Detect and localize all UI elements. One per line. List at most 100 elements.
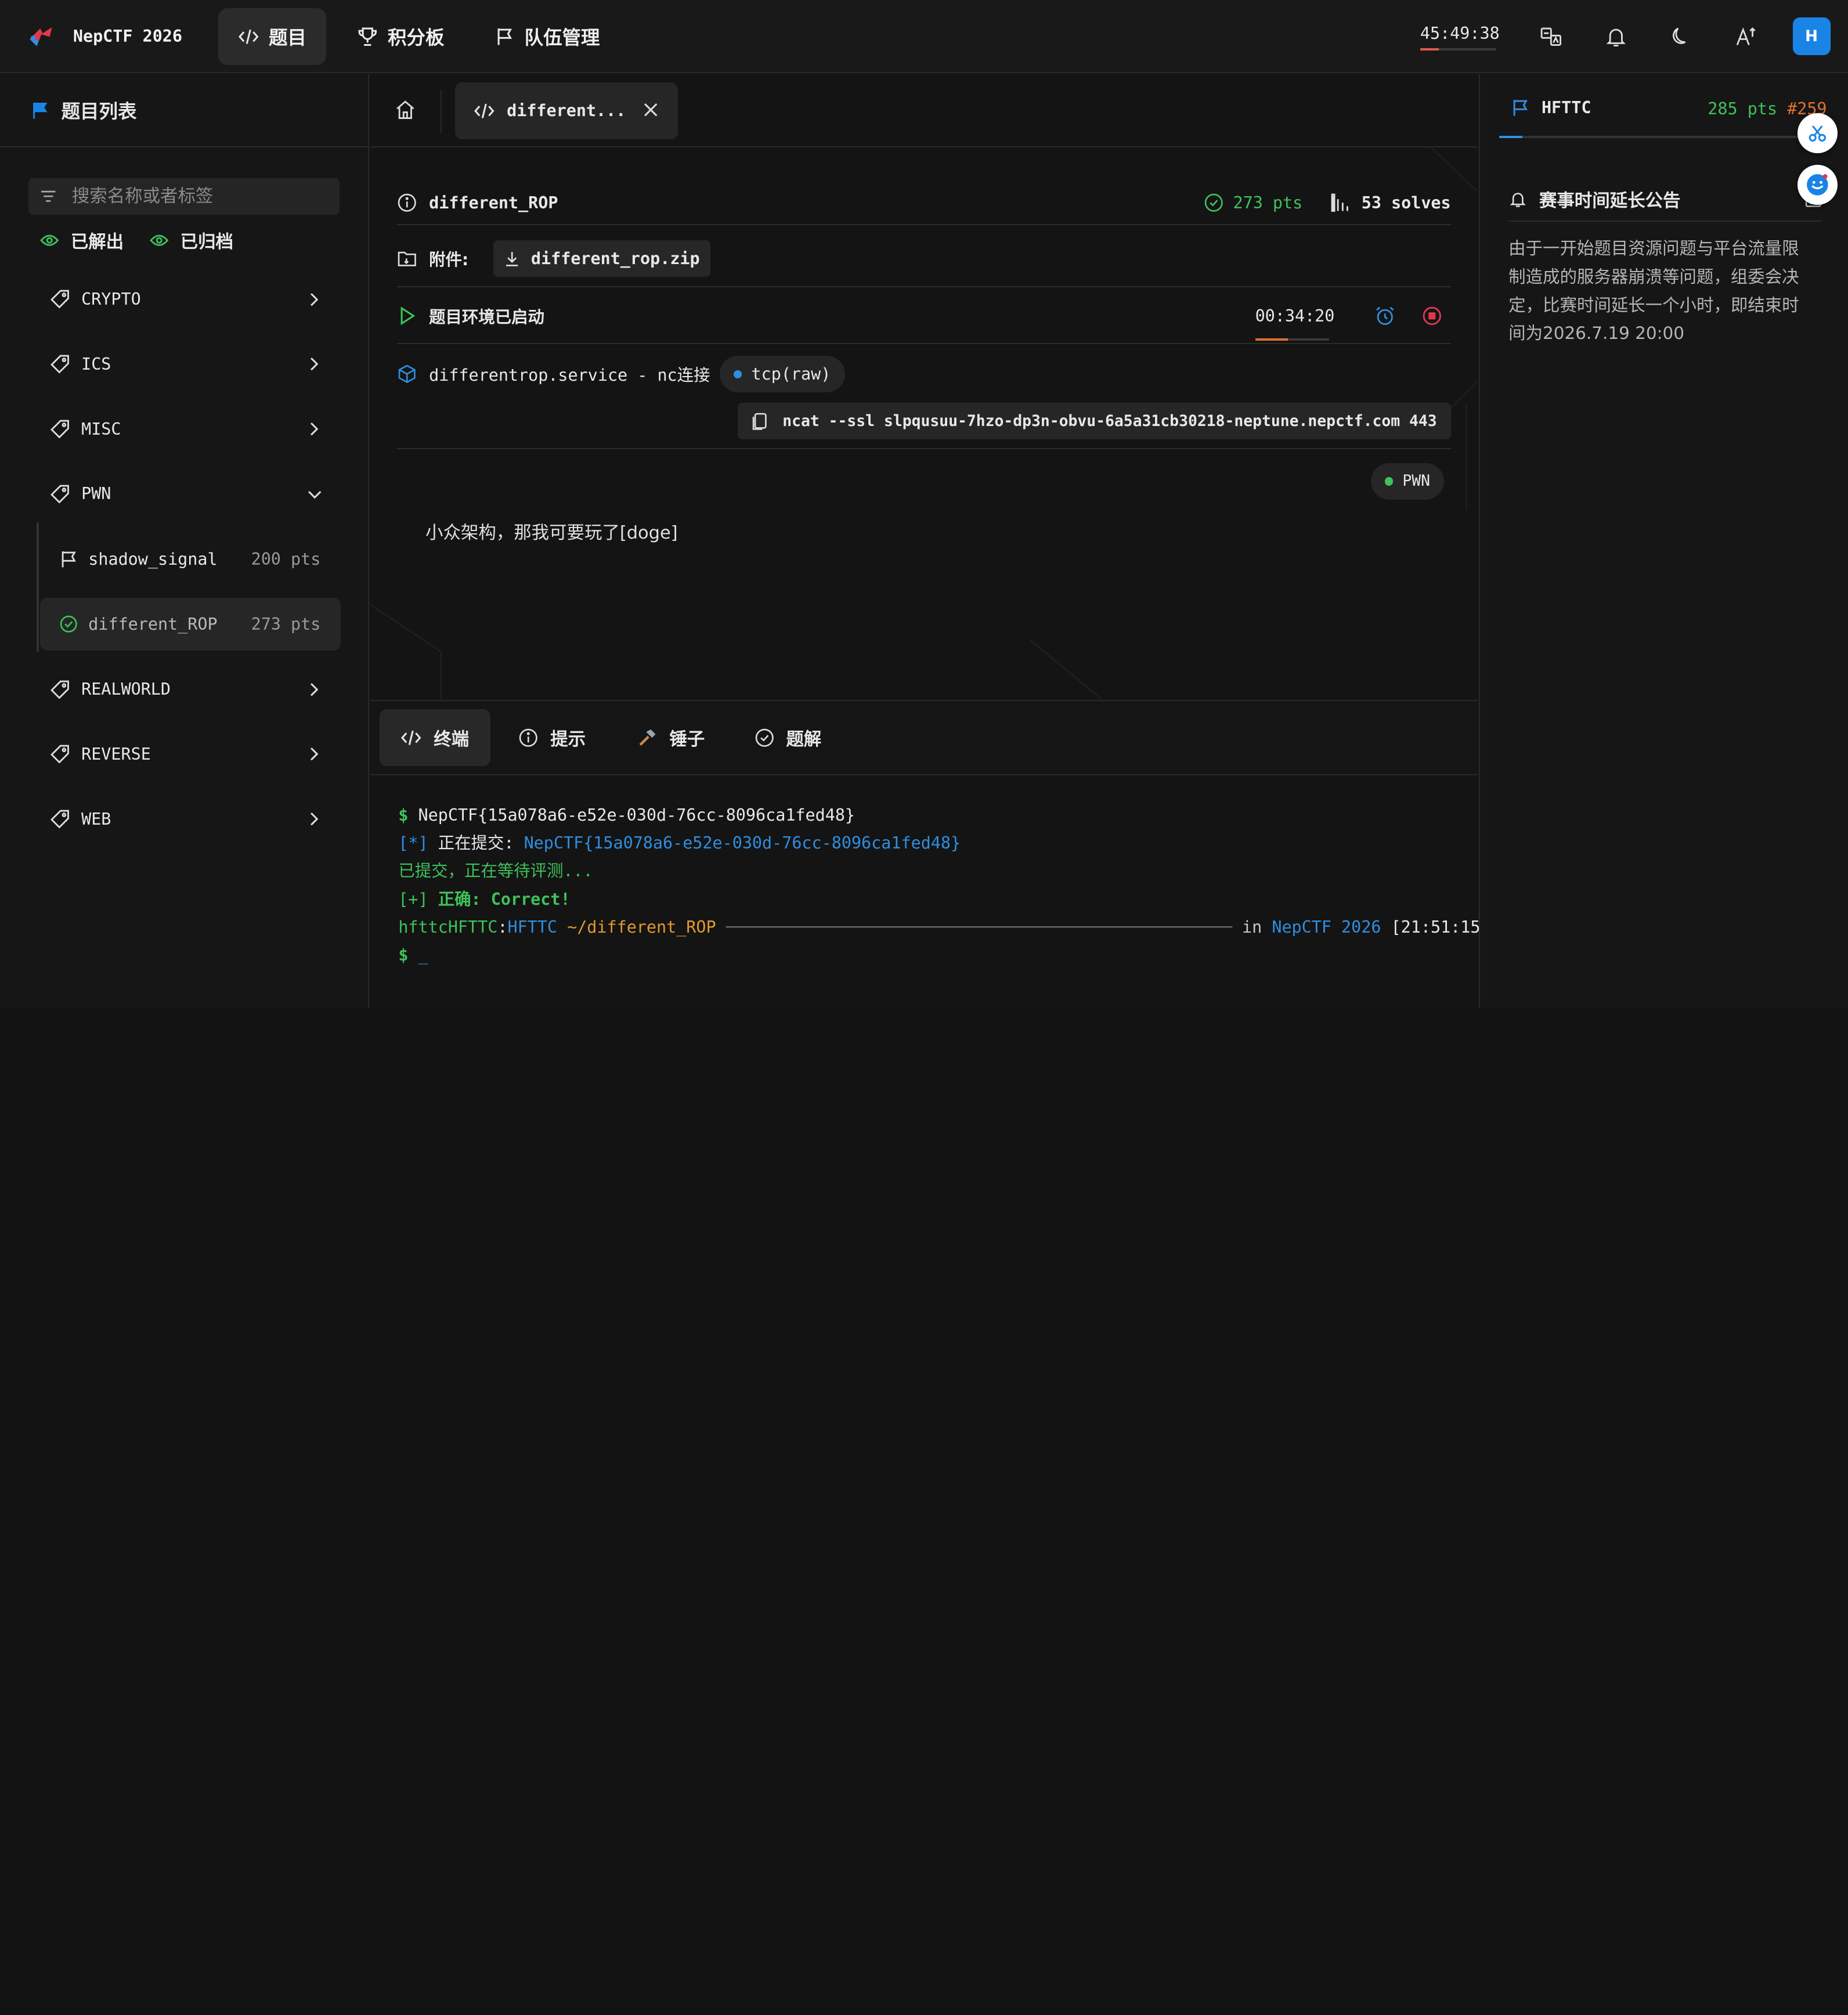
stop-icon[interactable]	[1421, 305, 1443, 327]
category-pwn[interactable]: PWN	[28, 469, 341, 518]
category-ics[interactable]: ICS	[28, 340, 341, 389]
nav-scoreboard[interactable]: 积分板	[337, 8, 464, 64]
notice-header: 赛事时间延长公告	[1508, 186, 1822, 212]
prompt-path: ~/different_ROP	[557, 918, 726, 937]
chevron-right-icon	[308, 291, 319, 308]
flag-icon	[494, 26, 515, 48]
alarm-icon[interactable]	[1374, 305, 1396, 327]
challenge-name: different_ROP	[88, 614, 218, 634]
challenge-sidebar: 题目列表 已解出 已归档 CRYPTO	[0, 74, 369, 1008]
flag-logo-icon	[26, 23, 57, 51]
category-label: REVERSE	[81, 745, 151, 764]
attachment-download-button[interactable]: different_rop.zip	[493, 240, 710, 277]
check-circle-icon	[1204, 193, 1224, 213]
divider	[397, 342, 1451, 344]
terminal-line: [*] 正在提交: NepCTF{15a078a6-e52e-030d-76cc…	[398, 829, 1490, 857]
chat-button[interactable]	[1797, 165, 1838, 205]
copy-icon[interactable]	[752, 412, 768, 431]
cube-icon	[397, 364, 417, 384]
font-size-icon[interactable]	[1734, 25, 1757, 49]
filter-solved[interactable]: 已解出	[40, 228, 124, 253]
tab-different-rop[interactable]: different...	[454, 82, 678, 139]
log-text: 正在提交:	[428, 833, 524, 853]
divider	[397, 447, 1451, 449]
terminal-input-line[interactable]: $ _	[398, 941, 1490, 969]
tab-label: 终端	[434, 730, 470, 750]
tag-label: PWN	[1402, 472, 1430, 490]
tab-hammer[interactable]: 锤子	[615, 709, 726, 765]
tab-divider	[441, 91, 442, 133]
challenge-points: 200 pts	[251, 550, 321, 569]
attachment-filename: different_rop.zip	[530, 249, 700, 269]
search-box[interactable]	[28, 178, 340, 215]
check-circle-icon	[755, 728, 775, 748]
tag-icon	[49, 808, 71, 830]
category-misc[interactable]: MISC	[28, 404, 341, 453]
filter-archived[interactable]: 已归档	[149, 228, 233, 253]
challenge-item-different-rop[interactable]: different_ROP 273 pts	[40, 597, 341, 651]
service-label: differentrop.service - nc连接	[429, 366, 710, 385]
category-label: PWN	[81, 484, 111, 504]
countdown-progress	[1420, 48, 1496, 51]
category-crypto[interactable]: CRYPTO	[28, 275, 341, 324]
tree-guide-line	[36, 522, 39, 652]
nav-team[interactable]: 队伍管理	[474, 8, 620, 64]
terminal-line: $ NepCTF{15a078a6-e52e-030d-76cc-8096ca1…	[398, 801, 1490, 829]
translate-icon[interactable]	[1539, 25, 1563, 49]
chat-icon	[1804, 172, 1831, 198]
category-realworld[interactable]: REALWORLD	[28, 665, 341, 714]
tab-label: 题解	[786, 730, 822, 750]
info-icon	[397, 193, 417, 213]
category-label: ICS	[81, 354, 111, 374]
chevron-down-icon	[306, 488, 323, 500]
avatar[interactable]: H	[1792, 17, 1831, 56]
chevron-right-icon	[308, 746, 319, 762]
challenge-header: different_ROP 273 pts 53 solves	[397, 191, 1451, 215]
log-prefix: [+]	[398, 889, 428, 909]
filter-group: 已解出 已归档	[40, 228, 233, 253]
moon-icon[interactable]	[1669, 25, 1692, 49]
bell-icon[interactable]	[1604, 25, 1628, 49]
folder-icon	[397, 249, 417, 268]
close-icon[interactable]	[643, 102, 659, 118]
tab-hint[interactable]: 提示	[497, 709, 607, 765]
app-name: NepCTF 2026	[73, 27, 182, 46]
attachment-row: 附件: different_rop.zip	[397, 240, 1450, 277]
category-web[interactable]: WEB	[28, 795, 341, 844]
chevron-right-icon	[308, 421, 319, 437]
terminal-output[interactable]: $ NepCTF{15a078a6-e52e-030d-76cc-8096ca1…	[398, 801, 1490, 970]
nav-challenges-label: 题目	[268, 27, 306, 49]
chevron-right-icon	[308, 356, 319, 372]
search-input[interactable]	[71, 186, 331, 207]
terminal-input: NepCTF{15a078a6-e52e-030d-76cc-8096ca1fe…	[408, 805, 856, 825]
prompt-symbol: $	[398, 805, 409, 825]
code-icon	[400, 727, 422, 749]
tab-terminal[interactable]: 终端	[379, 709, 490, 766]
right-panel: HFTTC 285 pts #259 赛事时间延长公告 由于一开始题目资源问题与…	[1479, 74, 1848, 1008]
category-reverse[interactable]: REVERSE	[28, 730, 341, 779]
tab-writeup[interactable]: 题解	[733, 709, 843, 765]
eye-icon	[149, 233, 169, 247]
tag-icon	[49, 288, 71, 310]
result-text: 正确: Correct!	[428, 889, 571, 909]
nav-challenges[interactable]: 题目	[218, 8, 327, 65]
prompt-colon: :	[497, 918, 508, 937]
challenge-points: 273 pts	[251, 614, 321, 634]
logo[interactable]: NepCTF 2026	[26, 23, 182, 51]
code-icon	[238, 26, 259, 48]
home-icon[interactable]	[394, 98, 417, 122]
prompt-in: in	[1232, 918, 1272, 937]
team-name: HFTTC	[1541, 98, 1591, 117]
connection-command[interactable]: ncat --ssl slpqusuu-7hzo-dp3n-obvu-6a5a3…	[738, 403, 1451, 440]
filter-lines-icon	[39, 187, 57, 205]
challenge-stats: 273 pts 53 solves	[1204, 193, 1451, 213]
challenge-points: 273 pts	[1233, 193, 1303, 212]
nav-team-label: 队伍管理	[524, 27, 600, 49]
sidebar-title: 题目列表	[61, 100, 137, 123]
challenge-item-shadow-signal[interactable]: shadow_signal 200 pts	[40, 533, 341, 586]
bar-chart-icon	[1331, 193, 1352, 212]
tab-bar: different...	[370, 74, 1478, 147]
scissors-button[interactable]	[1797, 113, 1838, 153]
status-dot	[1384, 477, 1394, 486]
prompt-user: hfttcHFTTC	[398, 918, 498, 937]
